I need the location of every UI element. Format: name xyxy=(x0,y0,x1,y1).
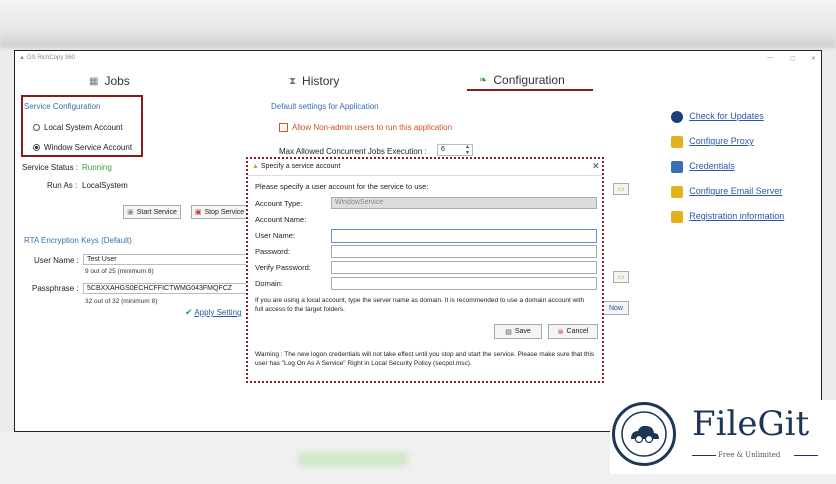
save-button[interactable]: ▤ Save xyxy=(494,324,542,339)
domain-input[interactable] xyxy=(331,277,597,290)
local-system-radio[interactable]: Local System Account xyxy=(33,123,123,132)
service-status-label: Service Status : xyxy=(22,163,79,172)
configure-proxy-link[interactable]: Configure Proxy xyxy=(671,136,754,148)
radio-local[interactable] xyxy=(33,124,40,132)
encryption-title: RTA Encryption Keys (Default) xyxy=(24,236,132,245)
username-label: User Name: xyxy=(255,231,296,240)
cancel-icon: ⊗ xyxy=(557,328,564,336)
tab-jobs[interactable]: ▦ Jobs xyxy=(89,71,130,91)
password-label: Password: xyxy=(255,247,291,256)
radio-window-service[interactable] xyxy=(33,144,40,152)
enc-passphrase-label: Passphrase : xyxy=(32,284,79,293)
tab-configuration[interactable]: ❧ Configuration xyxy=(467,71,593,91)
browse-button-2[interactable]: ▭ xyxy=(613,271,629,283)
now-button[interactable]: Now xyxy=(603,301,629,315)
app-logo-icon: ▲ xyxy=(19,55,25,61)
email-icon xyxy=(671,186,683,198)
title-bar: ▲ GS RichCopy 360 — ▢ ✕ xyxy=(15,51,821,67)
start-service-button[interactable]: ▣ Start Service xyxy=(123,205,181,219)
account-type-field: WindowService xyxy=(331,197,597,209)
registration-icon xyxy=(671,211,683,223)
folder-icon: ▭ xyxy=(617,186,625,193)
service-status-value: Running xyxy=(82,163,112,172)
dialog-info-text: If you are using a local account, type t… xyxy=(255,297,585,313)
start-icon: ▣ xyxy=(127,209,134,216)
email-server-link[interactable]: Configure Email Server xyxy=(671,186,782,198)
dialog-title: Specify a service account xyxy=(260,163,341,170)
cancel-button[interactable]: ⊗ Cancel xyxy=(548,324,598,339)
domain-label: Domain: xyxy=(255,279,283,288)
username-input[interactable] xyxy=(331,229,597,243)
check-updates-link[interactable]: Check for Updates xyxy=(671,111,764,123)
run-as-label: Run As : xyxy=(47,181,78,190)
checkbox-box[interactable] xyxy=(279,123,288,133)
service-config-title: Service Configuration xyxy=(24,102,101,111)
update-icon xyxy=(671,111,683,123)
shield-icon xyxy=(671,136,683,148)
enc-username-label: User Name : xyxy=(34,256,79,265)
tagline-rule-right xyxy=(794,455,818,456)
verify-password-label: Verify Password: xyxy=(255,263,311,272)
registration-link[interactable]: Registration information xyxy=(671,211,784,223)
window-service-radio[interactable]: Window Service Account xyxy=(33,143,132,152)
background-top xyxy=(0,0,836,48)
tab-bar: ▦ Jobs ⧗ History ❧ Configuration xyxy=(15,67,821,93)
browse-button-1[interactable]: ▭ xyxy=(613,183,629,195)
enc-username-input[interactable]: Test User xyxy=(83,254,247,265)
maximize-icon[interactable]: ▢ xyxy=(790,55,796,62)
minimize-icon[interactable]: — xyxy=(767,55,773,61)
folder-icon: ▭ xyxy=(617,274,625,281)
filegit-tagline: Free & Unlimited xyxy=(718,451,781,459)
run-as-value: LocalSystem xyxy=(82,181,128,190)
credentials-link[interactable]: Credentials xyxy=(671,161,735,173)
defaults-title: Default settings for Application xyxy=(271,102,379,111)
account-name-label: Account Name: xyxy=(255,215,307,224)
filegit-logo-icon xyxy=(612,402,676,466)
enc-passphrase-hint: 32 out of 32 (minimum 8) xyxy=(85,298,158,305)
dialog-prompt: Please specify a user account for the se… xyxy=(255,182,429,191)
users-icon xyxy=(671,161,683,173)
verify-password-input[interactable] xyxy=(331,261,597,274)
filegit-name: FileGit xyxy=(692,404,810,444)
password-input[interactable] xyxy=(331,245,597,258)
enc-username-hint: 9 out of 25 (minimum 8) xyxy=(85,268,154,275)
configuration-icon: ❧ xyxy=(479,74,488,86)
dialog-app-icon: ▲ xyxy=(252,163,259,170)
service-account-dialog: ▲ Specify a service account ✕ Please spe… xyxy=(246,157,604,383)
allow-nonadmin-checkbox[interactable]: Allow Non-admin users to run this applic… xyxy=(279,123,452,133)
app-title: GS RichCopy 360 xyxy=(27,55,76,61)
stop-icon: ▣ xyxy=(194,209,202,216)
close-icon[interactable]: ✕ xyxy=(811,55,816,62)
tagline-rule-left xyxy=(692,455,716,456)
max-jobs-label: Max Allowed Concurrent Jobs Execution : xyxy=(279,147,427,156)
enc-passphrase-input[interactable]: 5CBXXAHGS0ECHCFFICTWMG043FMQFCZ xyxy=(83,283,247,294)
apply-setting-link[interactable]: ✔ Apply Setting xyxy=(185,307,241,318)
jobs-icon: ▦ xyxy=(89,75,99,87)
dialog-warning-text: Warning : The new logon credentials will… xyxy=(255,351,595,367)
filegit-watermark: FileGit Free & Unlimited xyxy=(610,400,836,474)
account-type-label: Account Type: xyxy=(255,199,303,208)
dialog-divider xyxy=(248,175,602,176)
max-jobs-spinner[interactable]: ▲ ▼ xyxy=(465,144,470,156)
stop-service-button[interactable]: ▣ Stop Service xyxy=(191,205,247,219)
dialog-titlebar: ▲ Specify a service account xyxy=(252,163,340,170)
dialog-close-icon[interactable]: ✕ xyxy=(592,161,600,172)
save-icon: ▤ xyxy=(505,328,512,336)
history-icon: ⧗ xyxy=(289,75,297,87)
tab-history[interactable]: ⧗ History xyxy=(289,71,339,91)
check-icon: ✔ xyxy=(185,307,193,317)
